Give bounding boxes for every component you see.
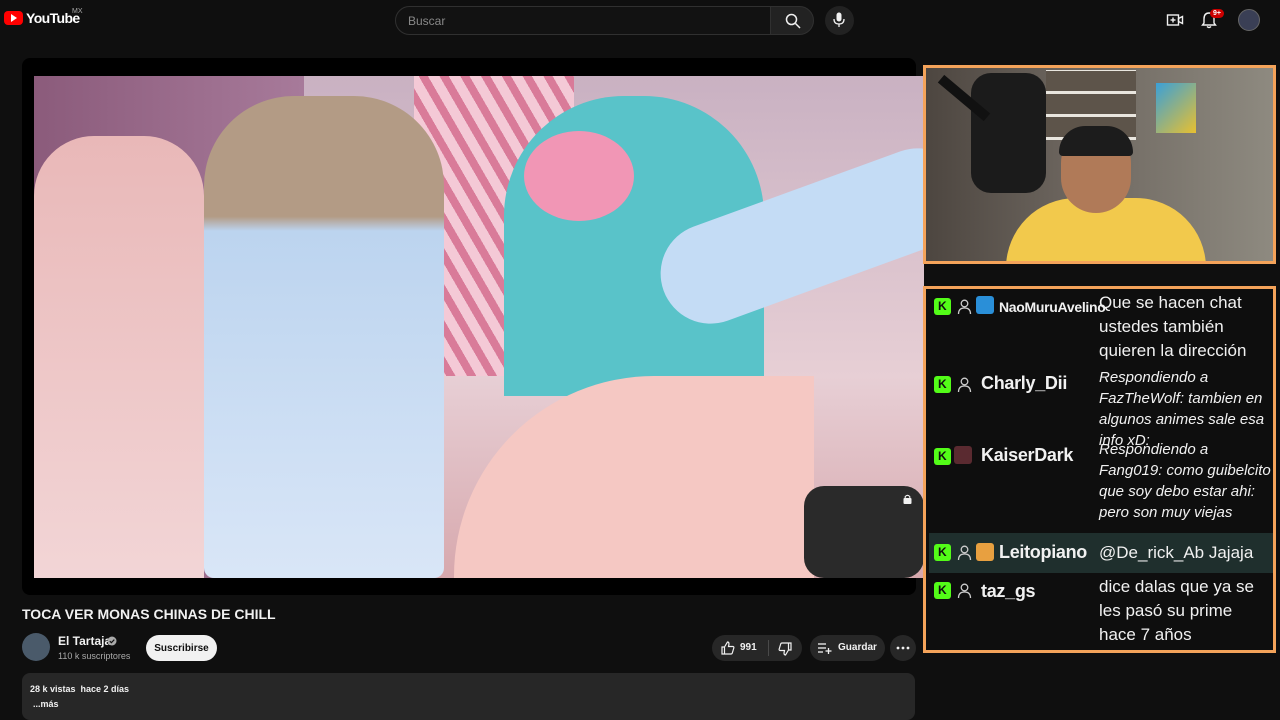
chat-message: KaiserDark Respondiendo a Fang019: como … [929,439,1273,531]
chat-username: KaiserDark [981,445,1074,465]
playlist-add-icon [818,643,832,654]
description-more-link[interactable]: ...más [33,699,59,709]
country-code: MX [72,8,83,15]
chat-message: Charly_Dii Respondiendo a FazTheWolf: ta… [929,367,1273,449]
chat-text: @De_rick_Ab Jajaja [1099,543,1254,562]
chat-message: taz_gs dice dalas que ya se les pasó su … [929,575,1273,650]
person-icon [957,377,972,393]
kick-icon [934,544,951,561]
verified-icon [107,636,117,646]
chat-text: Respondiendo a Fang019: como guibelcito … [1099,441,1271,521]
webcam-poster [1156,83,1196,133]
search-input[interactable] [408,13,758,29]
lock-icon [903,494,912,504]
chat-message: NaoMuruAvelino Que se hacen chat ustedes… [929,291,1273,363]
like-icon[interactable] [721,641,735,655]
like-divider [768,640,769,656]
chat-username: NaoMuruAvelino [999,299,1106,315]
kick-icon [934,448,951,465]
scene-person-center [204,96,444,578]
description-box[interactable] [22,673,915,720]
youtube-logo[interactable]: YouTube MX [4,8,83,26]
chat-overlay: NaoMuruAvelino Que se hacen chat ustedes… [923,286,1276,653]
chat-text: Que se hacen chat ustedes también quiere… [1099,293,1247,360]
chat-message-highlighted: Leitopiano @De_rick_Ab Jajaja [929,533,1273,573]
chat-text: dice dalas que ya se les pasó su prime h… [1099,577,1254,644]
view-stats: 28 k vistas hace 2 días [30,684,130,694]
like-count: 991 [740,642,757,653]
user-avatar [976,296,994,314]
search-button[interactable] [770,6,814,35]
scene-heart [524,131,634,221]
webcam-hoodie [971,73,1046,193]
webcam-overlay [923,65,1276,264]
video-title: TOCA VER MONAS CHINAS DE CHILL [22,606,276,622]
kick-icon [934,376,951,393]
scene-person-left [34,136,204,578]
account-avatar[interactable] [1238,9,1260,31]
person-icon [957,583,972,599]
chat-username: Leitopiano [999,542,1087,562]
scene-desk [454,376,814,578]
chat-username: Charly_Dii [981,373,1068,393]
search-box[interactable] [395,6,771,35]
subscribe-button[interactable]: Suscribirse [146,635,217,661]
chat-username: taz_gs [981,581,1036,601]
microphone-icon [833,12,845,27]
video-content[interactable] [34,76,924,578]
subscriber-count: 110 k suscriptores [58,651,131,661]
channel-avatar[interactable] [22,633,50,661]
person-icon [957,299,972,315]
more-icon [896,646,910,650]
save-label: Guardar [838,642,877,653]
search-icon [785,13,801,29]
create-video-icon[interactable] [1166,11,1184,29]
person-icon [957,545,972,561]
more-actions-button[interactable] [890,635,916,661]
channel-name[interactable]: El Tartaja [58,634,111,648]
notifications-badge: 9+ [1210,9,1224,18]
kick-icon [934,298,951,315]
dislike-icon[interactable] [778,642,792,656]
youtube-play-icon [4,11,23,25]
kick-icon [934,582,951,599]
top-bar: YouTube MX 9+ [0,0,1280,40]
user-avatar [954,446,972,464]
user-avatar [976,543,994,561]
streamer-hair [1059,126,1133,156]
voice-search-button[interactable] [825,6,854,35]
